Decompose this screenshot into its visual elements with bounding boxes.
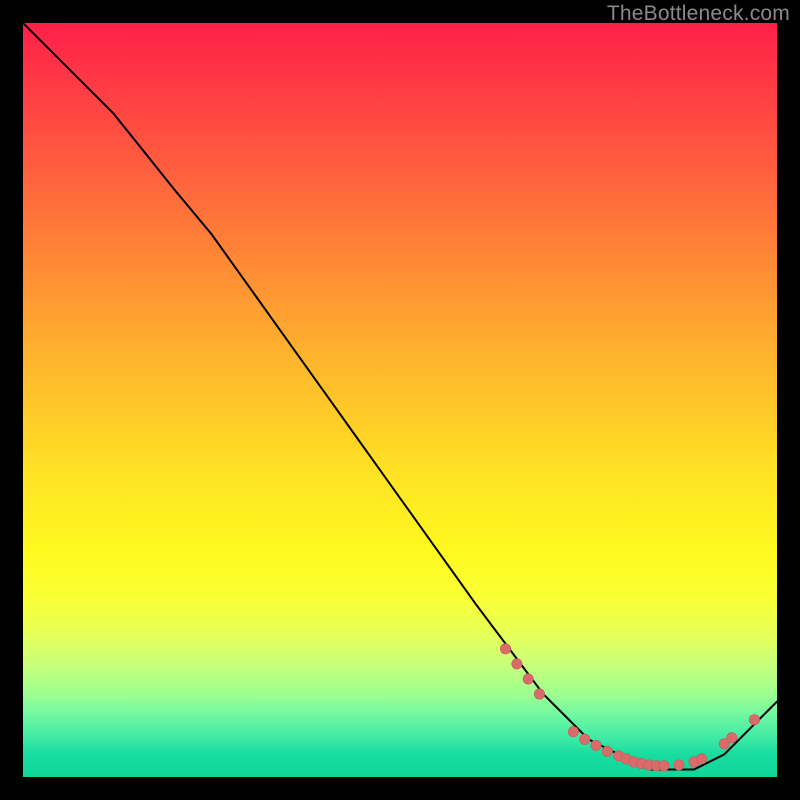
data-point xyxy=(580,734,590,744)
data-point xyxy=(591,740,601,750)
data-point xyxy=(696,754,706,764)
data-point xyxy=(523,674,533,684)
data-point xyxy=(534,689,544,699)
data-point xyxy=(727,733,737,743)
data-point xyxy=(568,727,578,737)
data-point xyxy=(659,760,669,770)
performance-curve xyxy=(23,23,777,769)
data-point xyxy=(512,659,522,669)
data-point xyxy=(500,644,510,654)
data-point xyxy=(602,746,612,756)
data-points xyxy=(500,644,759,771)
data-point xyxy=(749,715,759,725)
watermark-text: TheBottleneck.com xyxy=(607,2,790,26)
chart-area xyxy=(23,23,777,777)
data-point xyxy=(674,760,684,770)
performance-curve-svg xyxy=(23,23,777,777)
